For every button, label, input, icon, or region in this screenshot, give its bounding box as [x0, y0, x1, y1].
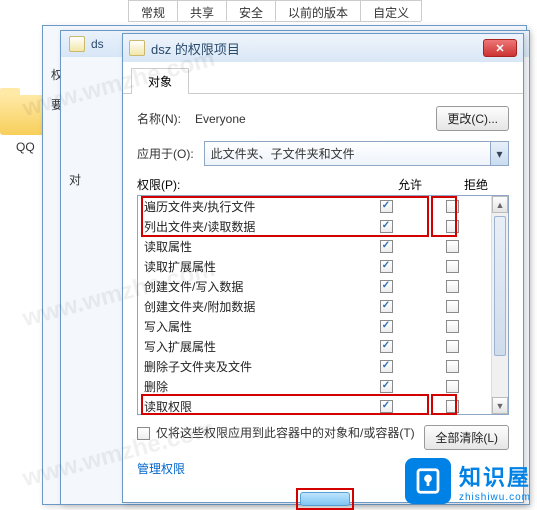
deny-checkbox[interactable]	[446, 360, 459, 373]
permission-row: 删除子文件夹及文件	[138, 356, 491, 376]
permission-row: 删除	[138, 376, 491, 396]
tab-sharing[interactable]: 共享	[177, 0, 227, 21]
scroll-thumb[interactable]	[494, 216, 506, 356]
permission-label: 删除	[144, 378, 353, 395]
allow-checkbox[interactable]	[380, 300, 393, 313]
titlebar[interactable]: dsz 的权限项目 ✕	[123, 34, 523, 62]
close-icon: ✕	[495, 42, 504, 55]
permission-row: 读取属性	[138, 236, 491, 256]
permission-row: 写入扩展属性	[138, 336, 491, 356]
tab-customize[interactable]: 自定义	[360, 0, 422, 21]
truncated-label: 对	[69, 171, 81, 188]
allow-header: 允许	[377, 176, 443, 193]
allow-checkbox[interactable]	[380, 320, 393, 333]
manage-permissions-link[interactable]: 管理权限	[137, 460, 185, 477]
permission-label: 写入属性	[144, 318, 353, 335]
permission-label: 创建文件/写入数据	[144, 278, 353, 295]
apply-to-select[interactable]: 此文件夹、子文件夹和文件 ▾	[204, 141, 509, 166]
allow-checkbox[interactable]	[380, 200, 393, 213]
tab-general[interactable]: 常规	[128, 0, 178, 21]
brand-name-en: zhishiwu.com	[459, 492, 531, 503]
scroll-down-icon[interactable]: ▼	[492, 397, 508, 414]
name-label: 名称(N):	[137, 110, 181, 127]
deny-checkbox[interactable]	[446, 380, 459, 393]
deny-checkbox[interactable]	[446, 220, 459, 233]
allow-checkbox[interactable]	[380, 260, 393, 273]
properties-tabs: 常规 共享 安全 以前的版本 自定义	[128, 0, 421, 22]
tab-security[interactable]: 安全	[226, 0, 276, 21]
permission-row: 列出文件夹/读取数据	[138, 216, 491, 236]
only-apply-checkbox[interactable]	[137, 427, 150, 440]
allow-checkbox[interactable]	[380, 340, 393, 353]
window-title: dsz 的权限项目	[151, 39, 240, 58]
permission-label: 列出文件夹/读取数据	[144, 218, 353, 235]
brand-logo: 知识屋 zhishiwu.com	[405, 458, 531, 504]
allow-checkbox[interactable]	[380, 240, 393, 253]
dialog-tabs: 对象	[123, 62, 523, 94]
allow-checkbox[interactable]	[380, 360, 393, 373]
brand-name-cn: 知识屋	[459, 460, 531, 492]
folder-label: QQ	[16, 140, 35, 154]
allow-checkbox[interactable]	[380, 220, 393, 233]
tab-object[interactable]: 对象	[131, 68, 189, 94]
window-title-text: ds	[91, 37, 104, 51]
deny-header: 拒绝	[443, 176, 509, 193]
close-button[interactable]: ✕	[483, 39, 517, 57]
apply-to-value: 此文件夹、子文件夹和文件	[204, 141, 509, 166]
deny-checkbox[interactable]	[446, 200, 459, 213]
permission-row: 创建文件夹/附加数据	[138, 296, 491, 316]
folder-small-icon	[69, 36, 85, 52]
apply-to-label: 应用于(O):	[137, 145, 194, 162]
tab-previous-versions[interactable]: 以前的版本	[275, 0, 361, 21]
ok-button[interactable]	[300, 492, 350, 506]
scroll-up-icon[interactable]: ▲	[492, 196, 508, 213]
permission-row: 读取权限	[138, 396, 491, 414]
permission-row: 创建文件/写入数据	[138, 276, 491, 296]
permission-label: 创建文件夹/附加数据	[144, 298, 353, 315]
allow-checkbox[interactable]	[380, 400, 393, 413]
deny-checkbox[interactable]	[446, 300, 459, 313]
permission-label: 读取权限	[144, 398, 353, 415]
allow-checkbox[interactable]	[380, 280, 393, 293]
deny-checkbox[interactable]	[446, 340, 459, 353]
permission-label: 读取属性	[144, 238, 353, 255]
permission-row: 遍历文件夹/执行文件	[138, 196, 491, 216]
brand-icon	[405, 458, 451, 504]
allow-checkbox[interactable]	[380, 380, 393, 393]
permission-label: 删除子文件夹及文件	[144, 358, 353, 375]
deny-checkbox[interactable]	[446, 400, 459, 413]
permission-row: 读取扩展属性	[138, 256, 491, 276]
folder-icon[interactable]	[0, 95, 45, 135]
window-permission-entry: dsz 的权限项目 ✕ 对象 名称(N): Everyone 更改(C)... …	[122, 33, 524, 503]
permissions-list: 遍历文件夹/执行文件列出文件夹/读取数据读取属性读取扩展属性创建文件/写入数据创…	[137, 195, 509, 415]
deny-checkbox[interactable]	[446, 260, 459, 273]
scrollbar[interactable]: ▲ ▼	[491, 196, 508, 414]
clear-all-button[interactable]: 全部清除(L)	[424, 425, 509, 450]
highlight-box	[296, 488, 354, 510]
permission-row: 写入属性	[138, 316, 491, 336]
only-apply-label: 仅将这些权限应用到此容器中的对象和/或容器(T)	[156, 425, 418, 442]
chevron-down-icon[interactable]: ▾	[490, 142, 508, 165]
deny-checkbox[interactable]	[446, 320, 459, 333]
deny-checkbox[interactable]	[446, 280, 459, 293]
permission-label: 遍历文件夹/执行文件	[144, 198, 353, 215]
deny-checkbox[interactable]	[446, 240, 459, 253]
permission-label: 写入扩展属性	[144, 338, 353, 355]
principal-name: Everyone	[191, 110, 426, 128]
change-button[interactable]: 更改(C)...	[436, 106, 509, 131]
dialog-body: 名称(N): Everyone 更改(C)... 应用于(O): 此文件夹、子文…	[123, 94, 523, 489]
document-icon	[129, 40, 145, 56]
permission-label: 读取扩展属性	[144, 258, 353, 275]
permissions-label: 权限(P):	[137, 176, 377, 193]
